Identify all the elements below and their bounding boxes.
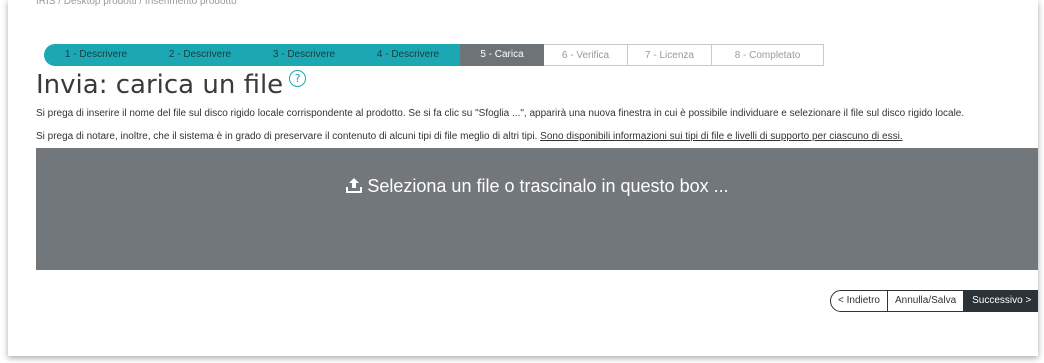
step-4[interactable]: 4 - Descrivere: [356, 44, 460, 66]
question-circle-icon[interactable]: ?: [289, 70, 307, 87]
file-support-note: Si prega di notare, inoltre, che il sist…: [36, 131, 903, 143]
step-5-current: 5 - Carica: [460, 44, 544, 66]
breadcrumb: IRIS / Desktop prodotti / Inserimento pr…: [36, 0, 237, 7]
upload-icon: [346, 178, 363, 193]
file-dropzone[interactable]: Seleziona un file o trascinalo in questo…: [36, 148, 1038, 270]
step-1[interactable]: 1 - Descrivere: [44, 44, 148, 66]
step-3[interactable]: 3 - Descrivere: [252, 44, 356, 66]
file-support-info-link[interactable]: Sono disponibili informazioni sui tipi d…: [540, 131, 902, 142]
dropzone-label-row: Seleziona un file o trascinalo in questo…: [36, 176, 1038, 197]
upload-page: IRIS / Desktop prodotti / Inserimento pr…: [8, 0, 1038, 356]
cancel-save-button[interactable]: Annulla/Salva: [887, 290, 965, 312]
page-title: Invia: carica un file: [36, 70, 284, 100]
page-header: Invia: carica un file ?: [36, 70, 307, 104]
dropzone-label: Seleziona un file o trascinalo in questo…: [367, 176, 729, 196]
file-support-note-text: Si prega di notare, inoltre, che il sist…: [36, 131, 538, 142]
next-button[interactable]: Successivo >: [964, 290, 1038, 312]
step-progress-bar: 1 - Descrivere 2 - Descrivere 3 - Descri…: [44, 44, 824, 66]
instructions-text: Si prega di inserire il nome del file su…: [36, 108, 965, 119]
step-6: 6 - Verifica: [544, 44, 628, 66]
step-7: 7 - Licenza: [628, 44, 712, 66]
wizard-navigation: < Indietro Annulla/Salva Successivo >: [830, 290, 1038, 312]
step-8: 8 - Completato: [712, 44, 824, 66]
back-button[interactable]: < Indietro: [830, 290, 888, 312]
step-2[interactable]: 2 - Descrivere: [148, 44, 252, 66]
